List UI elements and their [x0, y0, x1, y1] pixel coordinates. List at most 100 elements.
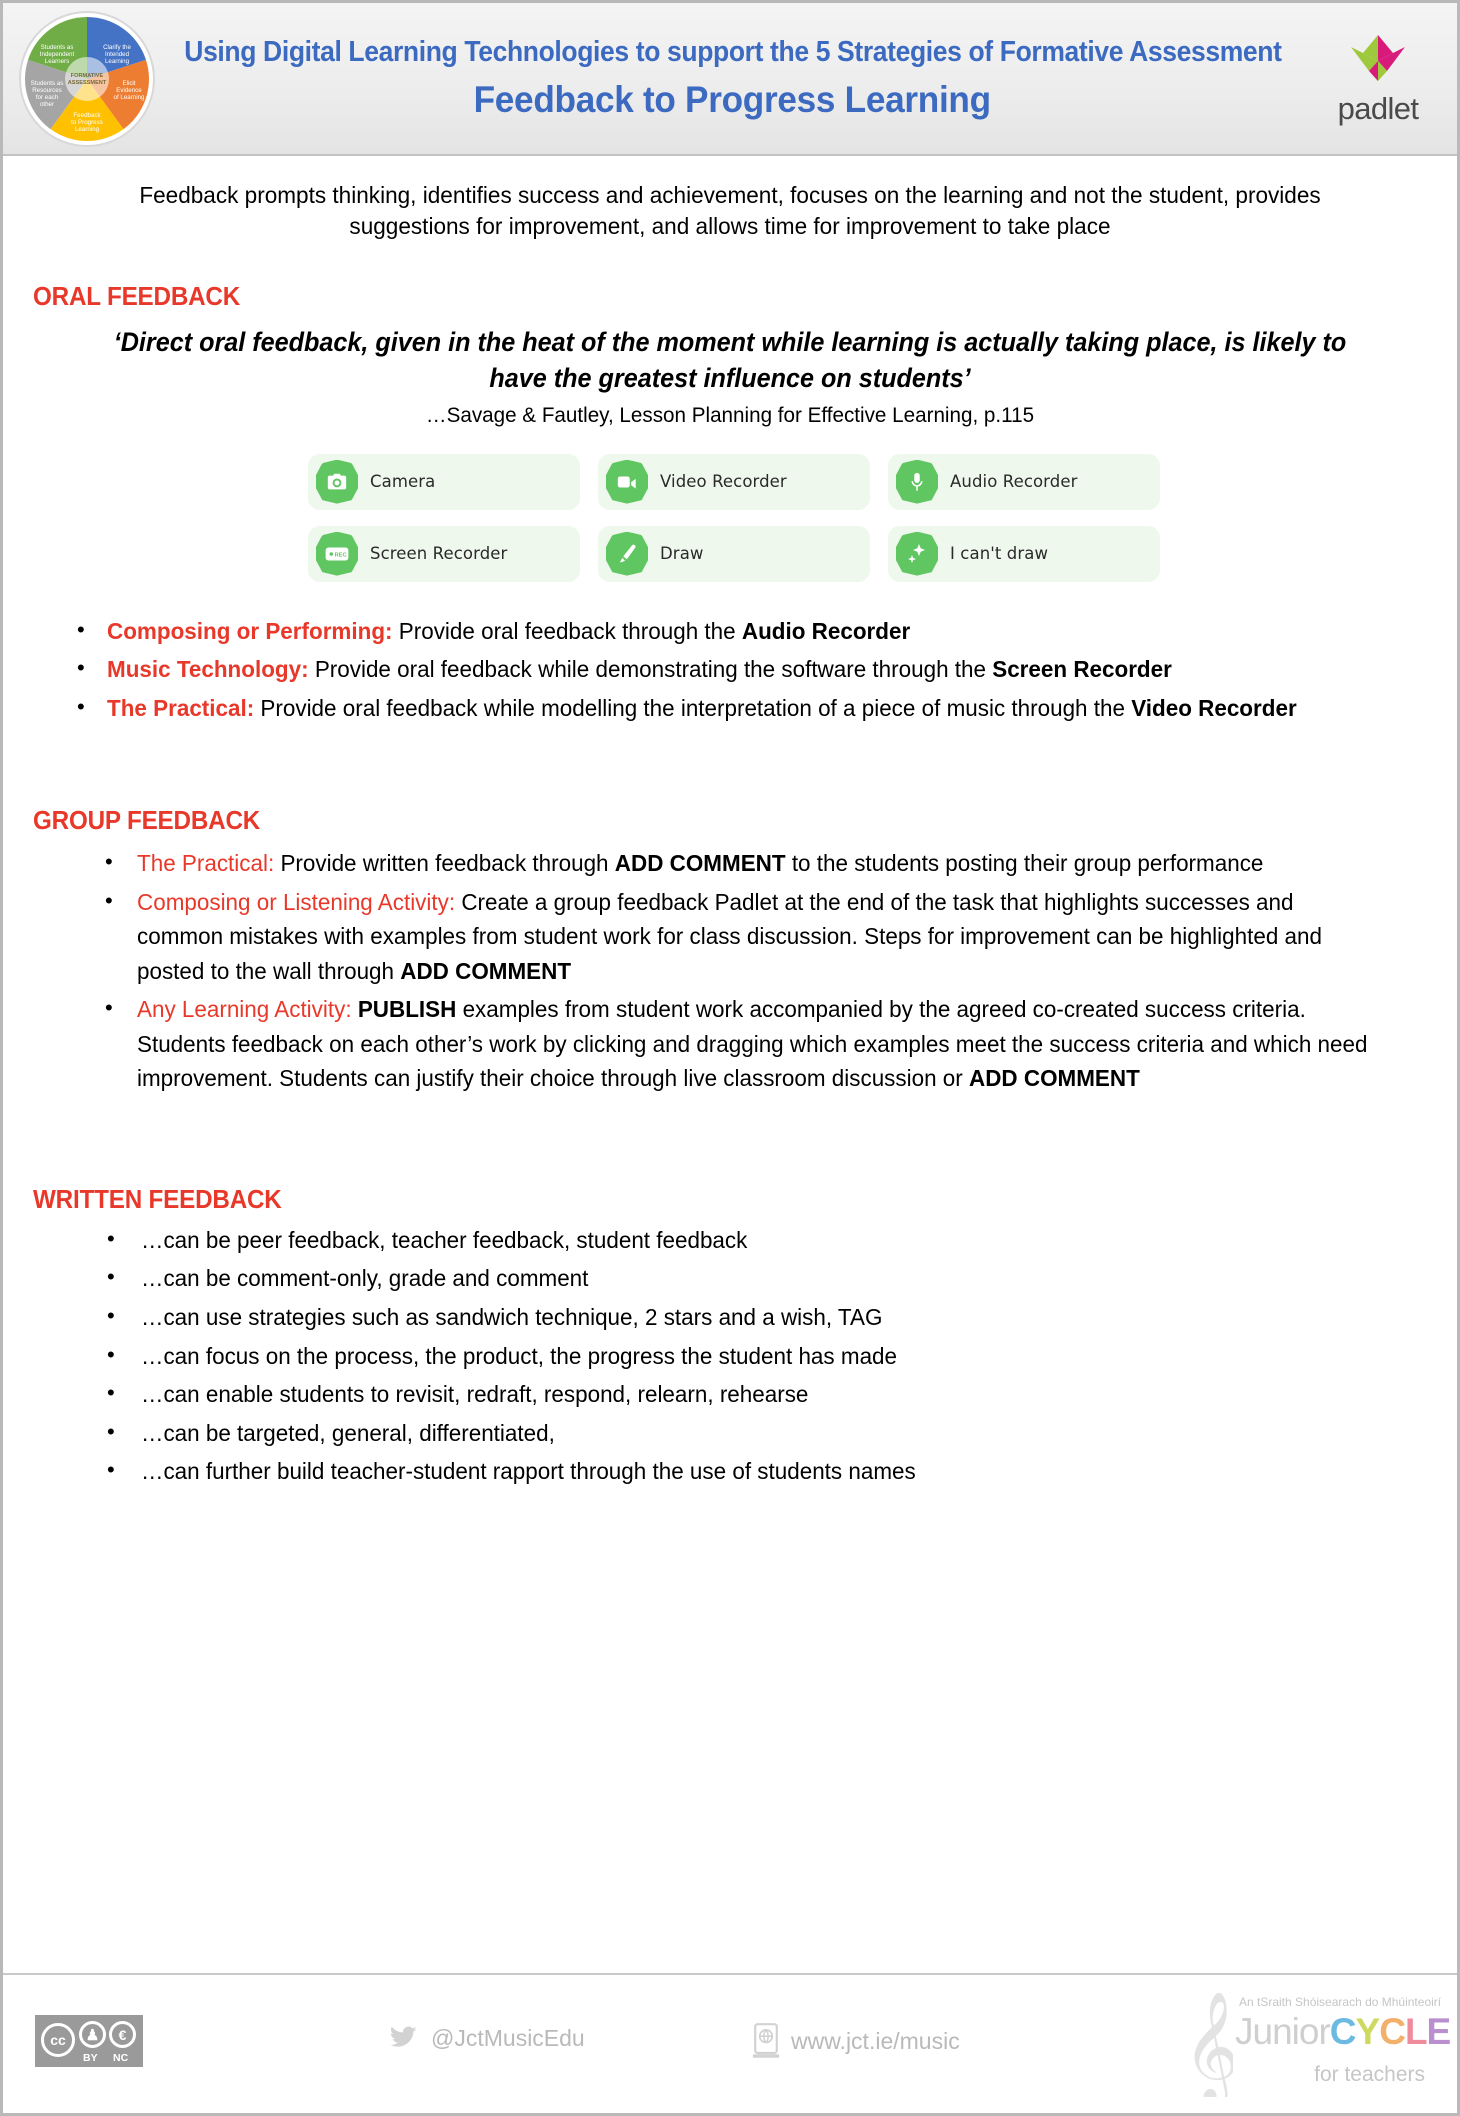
cc-label: cc: [50, 2032, 66, 2048]
written-feedback-bullets: …can be peer feedback, teacher feedback,…: [101, 1223, 1435, 1489]
chip-label: I can't draw: [950, 544, 1049, 564]
svg-text:to Progress: to Progress: [71, 119, 103, 126]
chip-draw[interactable]: Draw: [598, 525, 870, 582]
svg-text:Students as: Students as: [31, 80, 64, 87]
cycle-letter: C: [1379, 2011, 1406, 2052]
cycle-word: CYCLE: [1329, 2011, 1452, 2052]
chip-screen-recorder[interactable]: REC Screen Recorder: [308, 525, 580, 582]
junior-cycle-irish-tagline: An tSraith Shóisearach do Mhúinteoirí: [1239, 1995, 1442, 2009]
svg-text:Students as: Students as: [41, 44, 74, 51]
group-feedback-bullets: The Practical: Provide written feedback …: [101, 846, 1435, 1096]
svg-text:Clarify the: Clarify the: [103, 44, 131, 51]
svg-text:for each: for each: [36, 94, 59, 101]
list-item: …can focus on the process, the product, …: [101, 1339, 1435, 1374]
bullet-lead: Composing or Listening Activity:: [137, 888, 456, 915]
list-item: …can enable students to revisit, redraft…: [101, 1377, 1435, 1412]
bullet-text: Provide oral feedback while modelling th…: [254, 694, 1132, 721]
treble-clef-icon: 𝄞: [1183, 1993, 1233, 2097]
bullet-text: …can further build teacher-student rappo…: [141, 1458, 916, 1485]
cycle-letter: C: [1329, 2011, 1357, 2052]
bullet-text: …can focus on the process, the product, …: [141, 1342, 898, 1369]
cycle-letter: E: [1426, 2011, 1452, 2052]
svg-text:Feedback: Feedback: [73, 112, 101, 119]
twitter-bird-icon: [390, 2026, 417, 2047]
poster-page: FORMATIVE ASSESSMENT Clarify the Intended…: [0, 0, 1460, 2116]
twitter-handle-label: @JctMusicEdu: [431, 2024, 585, 2051]
svg-text:𝄞: 𝄞: [1183, 1993, 1233, 2097]
svg-text:Intended: Intended: [105, 51, 130, 58]
bullet-text: Provide oral feedback through the: [392, 617, 742, 644]
list-item: Composing or Listening Activity: Create …: [101, 885, 1435, 989]
svg-text:FORMATIVE: FORMATIVE: [71, 73, 104, 79]
bullet-lead: Music Technology:: [107, 656, 309, 683]
bullet-text-b: ADD COMMENT: [400, 957, 572, 984]
list-item: …can use strategies such as sandwich tec…: [101, 1300, 1435, 1335]
by-label: BY: [83, 2052, 98, 2064]
page-footer: cc ♟ € BY NC @JctMusicEdu www.jct.ie/mus…: [3, 1973, 1457, 2113]
bullet-bold-tail: Screen Recorder: [992, 656, 1172, 683]
chip-camera[interactable]: Camera: [308, 453, 580, 510]
bullet-lead: The Practical:: [137, 850, 275, 877]
bullet-text-b: PUBLISH: [357, 996, 457, 1023]
svg-text:Independent: Independent: [40, 51, 75, 58]
bullet-lead: Composing or Performing:: [107, 617, 393, 644]
list-item: The Practical: Provide written feedback …: [101, 846, 1435, 881]
section-heading-group: GROUP FEEDBACK: [33, 807, 261, 836]
list-item: …can be comment-only, grade and comment: [101, 1261, 1435, 1296]
junior-cycle-wordmark: JuniorCYCLE: [1235, 2011, 1452, 2053]
svg-text:Learning: Learning: [75, 126, 100, 133]
svg-text:REC: REC: [335, 552, 347, 558]
junior-cycle-logo: 𝄞 An tSraith Shóisearach do Mhúinteoirí …: [1179, 1993, 1451, 2097]
chip-label: Audio Recorder: [950, 472, 1078, 492]
chip-label: Screen Recorder: [370, 544, 508, 564]
section-heading-oral: ORAL FEEDBACK: [33, 282, 241, 311]
padlet-logo: padlet: [1313, 15, 1443, 143]
chip-audio-recorder[interactable]: Audio Recorder: [888, 453, 1160, 510]
twitter-handle-item[interactable]: @JctMusicEdu: [385, 2023, 585, 2053]
list-item: Music Technology: Provide oral feedback …: [71, 652, 1435, 687]
cycle-letter: Y: [1355, 2011, 1381, 2052]
chip-i-cant-draw[interactable]: I can't draw: [888, 525, 1160, 582]
intro-paragraph: Feedback prompts thinking, identifies su…: [139, 182, 1321, 240]
bullet-text-a: Provide written feedback through: [274, 850, 615, 877]
attribution-icon: ♟: [79, 2021, 106, 2048]
cc-icon: cc: [41, 2023, 75, 2057]
bullet-text-d: ADD COMMENT: [968, 1065, 1140, 1092]
padlet-wordmark: padlet: [1337, 91, 1419, 126]
list-item: The Practical: Provide oral feedback whi…: [71, 691, 1435, 726]
website-item[interactable]: www.jct.ie/music: [751, 2023, 960, 2059]
svg-text:of Learning: of Learning: [114, 94, 146, 101]
padlet-crane-icon: [1351, 35, 1405, 81]
svg-text:Elicit: Elicit: [122, 80, 135, 87]
microphone-icon: [896, 459, 938, 504]
page-title: Feedback to Progress Learning: [473, 79, 992, 120]
website-label: www.jct.ie/music: [791, 2027, 960, 2054]
junior-word: Junior: [1235, 2011, 1331, 2052]
bullet-text: …can use strategies such as sandwich tec…: [141, 1304, 883, 1330]
oral-quote: ‘Direct oral feedback, given in the heat…: [113, 326, 1347, 394]
list-item: …can be targeted, general, differentiate…: [101, 1416, 1435, 1451]
list-item: …can be peer feedback, teacher feedback,…: [101, 1223, 1435, 1258]
padlet-tool-chip-grid: Camera Video Recorder Audio Recorder REC…: [300, 453, 1160, 582]
bullet-text: …can enable students to revisit, redraft…: [141, 1381, 809, 1408]
svg-text:ASSESSMENT: ASSESSMENT: [68, 80, 107, 86]
nc-label: NC: [113, 2052, 129, 2064]
video-camera-icon: [606, 459, 648, 504]
chip-video-recorder[interactable]: Video Recorder: [598, 453, 870, 510]
svg-text:Learners: Learners: [45, 58, 69, 65]
laptop-globe-icon: [752, 2023, 780, 2058]
poster-content: Feedback prompts thinking, identifies su…: [3, 180, 1457, 1489]
list-item: …can further build teacher-student rappo…: [101, 1454, 1435, 1489]
bullet-lead: Any Learning Activity:: [137, 996, 352, 1023]
noncommercial-icon: €: [109, 2021, 136, 2048]
junior-cycle-subtitle: for teachers: [1314, 2063, 1425, 2086]
bullet-text-c: to the students posting their group perf…: [785, 850, 1264, 877]
camera-icon: [316, 459, 358, 504]
list-item: Composing or Performing: Provide oral fe…: [71, 614, 1435, 649]
bullet-bold-tail: Audio Recorder: [741, 617, 911, 644]
chip-label: Draw: [660, 544, 704, 564]
paintbrush-icon: [606, 531, 648, 576]
sparkles-icon: [896, 531, 938, 576]
